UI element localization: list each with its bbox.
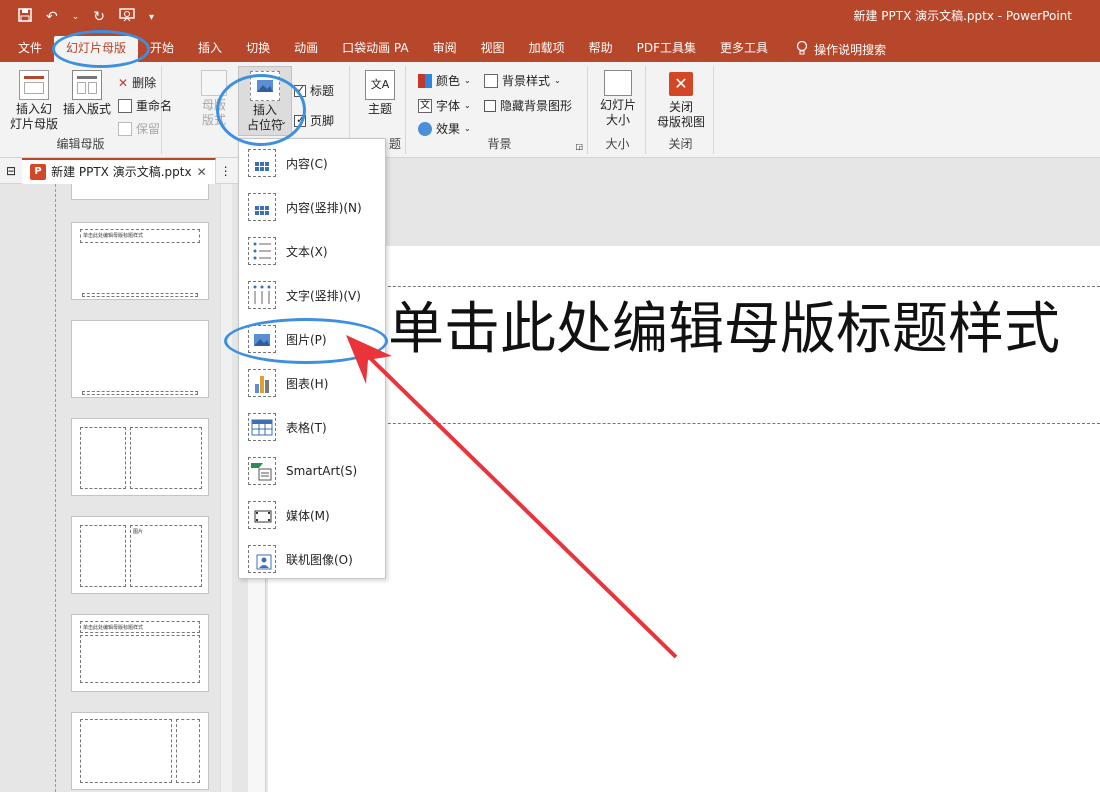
annotation-arrow xyxy=(346,335,678,659)
